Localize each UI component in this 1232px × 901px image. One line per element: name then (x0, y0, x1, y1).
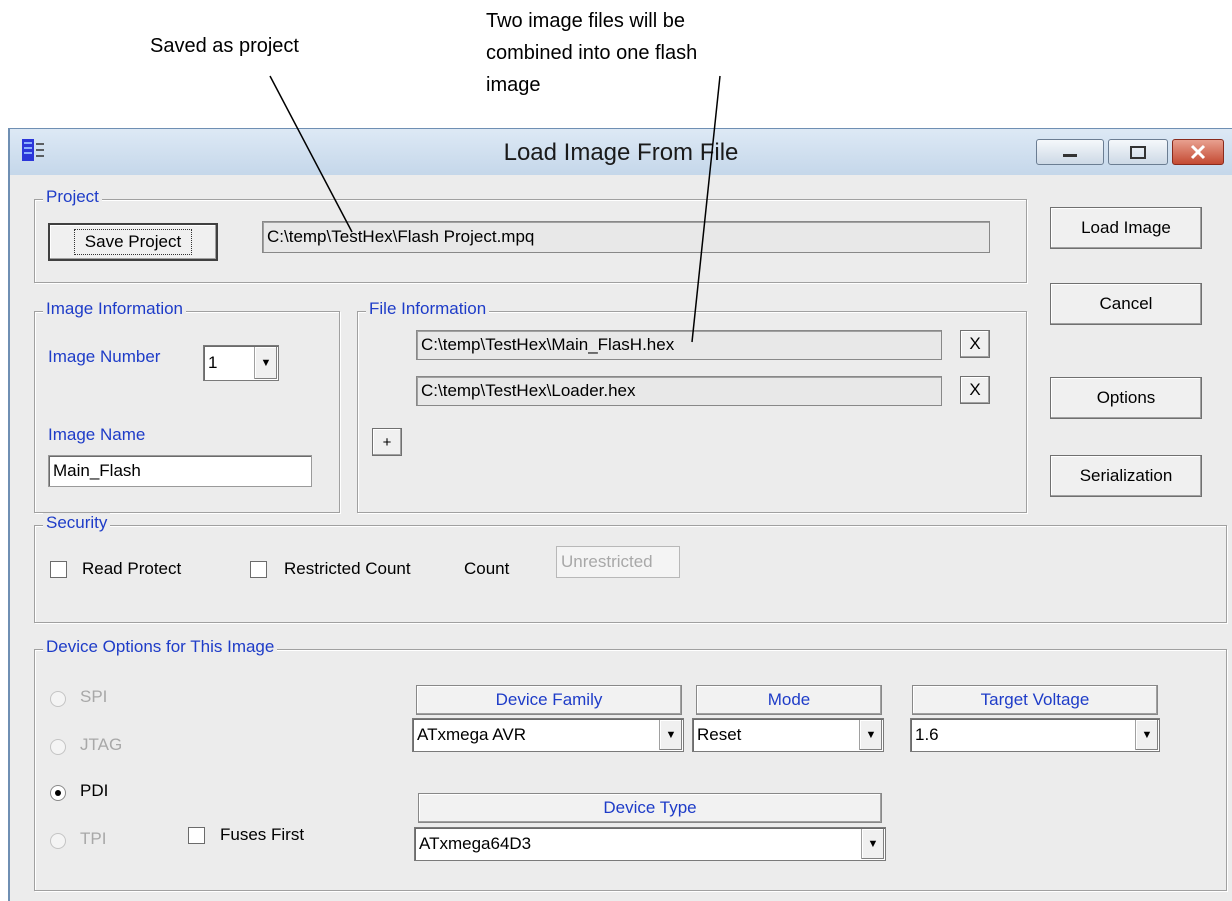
mode-value: Reset (697, 725, 742, 744)
image-number-value: 1 (208, 353, 218, 372)
count-label: Count (464, 559, 510, 578)
mode-header: Mode (696, 685, 882, 715)
close-button[interactable] (1172, 139, 1224, 165)
device-type-value: ATxmega64D3 (419, 834, 532, 853)
chevron-down-icon[interactable]: ▼ (859, 720, 882, 750)
security-legend: Security (43, 513, 111, 533)
annotation-two-image-files-line3: image (486, 74, 541, 96)
remove-file-2-button[interactable]: X (960, 376, 990, 404)
image-number-select[interactable]: 1 ▼ (203, 345, 279, 381)
device-options-legend: Device Options for This Image (43, 637, 278, 657)
annotation-two-image-files-line2: combined into one flash (486, 42, 698, 64)
restricted-count-checkbox[interactable] (250, 561, 267, 578)
options-button[interactable]: Options (1050, 377, 1202, 419)
interface-radio-jtag[interactable] (50, 739, 66, 755)
chevron-down-icon[interactable]: ▼ (254, 347, 277, 379)
maximize-icon (1130, 146, 1146, 159)
chevron-down-icon[interactable]: ▼ (659, 720, 682, 750)
interface-radio-tpi[interactable] (50, 833, 66, 849)
minimize-icon (1063, 154, 1077, 157)
device-family-value: ATxmega AVR (417, 725, 526, 744)
remove-file-1-button[interactable]: X (960, 330, 990, 358)
project-legend: Project (43, 187, 102, 207)
file-information-legend: File Information (366, 299, 490, 319)
interface-label-spi: SPI (80, 687, 108, 706)
project-path-field: C:\temp\TestHex\Flash Project.mpq (262, 221, 990, 253)
read-protect-checkbox[interactable] (50, 561, 67, 578)
chevron-down-icon[interactable]: ▼ (861, 829, 884, 859)
cancel-button[interactable]: Cancel (1050, 283, 1202, 325)
serialization-button[interactable]: Serialization (1050, 455, 1202, 497)
annotation-saved-as-project: Saved as project (150, 35, 299, 57)
image-name-label: Image Name (48, 425, 146, 444)
target-voltage-select[interactable]: 1.6 ▼ (910, 718, 1160, 752)
minimize-button[interactable] (1036, 139, 1104, 165)
load-image-window: Load Image From File Project Save Projec… (8, 128, 1232, 901)
interface-label-pdi: PDI (80, 781, 109, 800)
add-file-button[interactable]: + (372, 428, 402, 456)
annotation-two-image-files-line1: Two image files will be (486, 10, 685, 32)
maximize-button[interactable] (1108, 139, 1168, 165)
interface-radio-pdi[interactable] (50, 785, 66, 801)
target-voltage-value: 1.6 (915, 725, 939, 744)
save-project-label: Save Project (73, 229, 193, 255)
fuses-first-label: Fuses First (220, 825, 305, 844)
mode-select[interactable]: Reset ▼ (692, 718, 884, 752)
target-voltage-header: Target Voltage (912, 685, 1158, 715)
count-input[interactable]: Unrestricted (556, 546, 680, 578)
read-protect-label: Read Protect (82, 559, 182, 578)
file-path-field-1: C:\temp\TestHex\Main_FlasH.hex (416, 330, 942, 360)
image-number-label: Image Number (48, 347, 161, 366)
image-information-legend: Image Information (43, 299, 187, 319)
interface-label-jtag: JTAG (80, 735, 123, 754)
device-family-header: Device Family (416, 685, 682, 715)
device-type-select[interactable]: ATxmega64D3 ▼ (414, 827, 886, 861)
title-bar: Load Image From File (10, 129, 1232, 175)
device-type-header: Device Type (418, 793, 882, 823)
file-path-field-2: C:\temp\TestHex\Loader.hex (416, 376, 942, 406)
save-project-button[interactable]: Save Project (48, 223, 218, 261)
close-icon (1190, 144, 1206, 160)
image-name-input[interactable]: Main_Flash (48, 455, 312, 487)
load-image-button[interactable]: Load Image (1050, 207, 1202, 249)
interface-label-tpi: TPI (80, 829, 107, 848)
device-family-select[interactable]: ATxmega AVR ▼ (412, 718, 684, 752)
restricted-count-label: Restricted Count (284, 559, 411, 578)
interface-radio-spi[interactable] (50, 691, 66, 707)
chevron-down-icon[interactable]: ▼ (1135, 720, 1158, 750)
fuses-first-checkbox[interactable] (188, 827, 205, 844)
